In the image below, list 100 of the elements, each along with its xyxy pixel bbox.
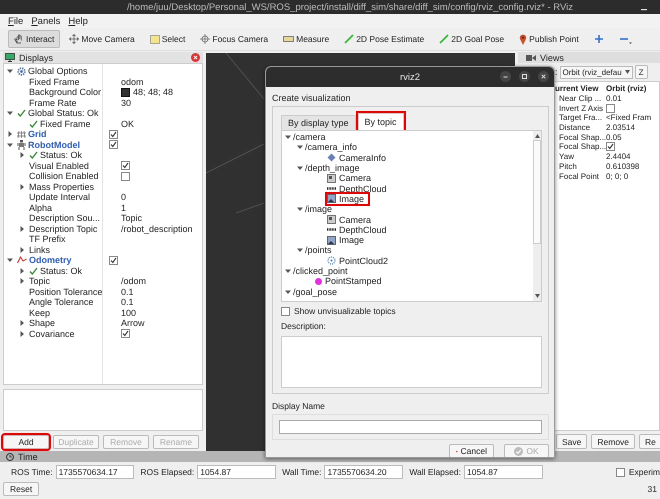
expand-arrow-icon[interactable] (297, 247, 303, 254)
expand-arrow-icon[interactable] (19, 330, 25, 337)
expand-arrow-icon[interactable] (7, 68, 13, 74)
property-value: odom (121, 76, 144, 87)
checkbox[interactable] (109, 140, 118, 150)
time-field[interactable]: 1735570634.17 (56, 465, 134, 479)
tool-button[interactable]: 2D Goal Pose (433, 30, 510, 48)
property-name: Keep (29, 308, 50, 318)
tree-item[interactable]: Image (327, 235, 368, 246)
image-icon (327, 194, 336, 204)
menu-item[interactable]: Panels (27, 16, 64, 26)
checkbox[interactable] (109, 256, 118, 265)
checkbox[interactable] (606, 142, 615, 152)
tree-item[interactable]: /camera (293, 132, 330, 142)
expand-arrow-icon[interactable] (7, 110, 13, 116)
window-title: /home/juu/Desktop/Personal_WS/ROS_project/install/diff_sim/share/diff_sim/config/rviz_config.rviz* - RViz (127, 2, 573, 12)
expand-arrow-icon[interactable] (19, 278, 25, 284)
expand-arrow-icon[interactable] (19, 268, 25, 274)
tree-item[interactable]: DepthCloud (327, 184, 391, 194)
view-type-dropdown[interactable]: Orbit (rviz_defau (560, 66, 633, 78)
time-field[interactable]: 1054.87 (464, 465, 543, 479)
checkbox[interactable] (121, 161, 130, 170)
expand-arrow-icon[interactable] (297, 206, 303, 212)
diamond-icon (327, 153, 336, 162)
tree-item[interactable]: DepthCloud (327, 224, 391, 235)
menu-item[interactable]: Help (64, 16, 92, 26)
view-button[interactable]: Re (639, 434, 660, 449)
robot-icon (17, 140, 26, 150)
diagonal-line-icon (344, 34, 354, 44)
tool-button[interactable]: 2D Pose Estimate (338, 30, 430, 48)
property-value: /robot_description (121, 224, 193, 234)
tool-button[interactable]: Move Camera (63, 30, 141, 48)
tree-item[interactable]: Image (327, 194, 368, 204)
menu-item[interactable]: File (4, 16, 28, 26)
tab[interactable]: By display type (281, 115, 356, 130)
property-name: Description Sou... (29, 213, 100, 224)
expand-arrow-icon[interactable] (7, 131, 13, 138)
tree-item[interactable]: /camera_info (305, 142, 362, 152)
property-value: Topic (121, 213, 142, 224)
tree-item[interactable]: PointStamped (315, 276, 386, 286)
checkbox[interactable] (121, 172, 130, 181)
property-value: 48; 48; 48 (133, 87, 174, 98)
expand-arrow-icon[interactable] (285, 134, 291, 140)
checkbox[interactable] (281, 306, 290, 316)
expand-arrow-icon[interactable] (297, 165, 303, 172)
scrollbar[interactable] (533, 131, 541, 301)
checkbox[interactable] (606, 104, 615, 113)
expand-arrow-icon[interactable] (19, 246, 25, 253)
maximize-button[interactable] (519, 71, 530, 82)
tree-item[interactable]: /goal_pose (293, 286, 342, 297)
expand-arrow-icon[interactable] (297, 144, 303, 150)
type-label: : (555, 67, 558, 77)
dialog-button[interactable]: Cancel (449, 444, 494, 457)
tree-item[interactable]: /clicked_point (293, 266, 352, 276)
scroll-down-icon[interactable] (534, 294, 540, 298)
time-field[interactable]: 1054.87 (197, 465, 276, 479)
tree-item[interactable]: Camera (327, 173, 376, 184)
expand-arrow-icon[interactable] (19, 320, 25, 326)
view-button[interactable]: Remove (591, 434, 636, 449)
tool-button[interactable]: Select (144, 30, 192, 48)
tree-item[interactable]: CameraInfo (327, 152, 390, 163)
time-field[interactable]: 1735570634.20 (324, 465, 404, 479)
reset-button[interactable]: Reset (3, 482, 40, 496)
selection-rectangle-icon (150, 34, 160, 44)
tool-button[interactable]: Interact (8, 30, 60, 48)
expand-arrow-icon[interactable] (285, 288, 291, 295)
expand-arrow-icon[interactable] (285, 268, 291, 274)
tree-item[interactable]: PointCloud2 (327, 256, 392, 266)
expand-arrow-icon[interactable] (7, 257, 13, 264)
tool-button[interactable]: Publish Point (513, 30, 585, 48)
expand-arrow-icon[interactable] (7, 142, 13, 148)
tool-button[interactable]: Focus Camera (194, 30, 274, 48)
expand-arrow-icon[interactable] (19, 184, 25, 190)
view-button[interactable]: Save (556, 434, 588, 449)
property-value: 0.01 (606, 94, 622, 104)
checkbox[interactable] (109, 130, 118, 139)
checkbox[interactable] (616, 468, 625, 476)
time-label: Wall Elapsed: (409, 467, 461, 477)
close-button[interactable] (538, 71, 549, 82)
zero-button[interactable]: Z (634, 65, 648, 79)
property-name: Global Options (28, 66, 88, 76)
tab[interactable]: By topic (358, 113, 404, 130)
tree-item[interactable]: /points (305, 245, 336, 256)
display-name-input[interactable] (279, 420, 542, 434)
property-name: Collision Enabled (29, 171, 99, 182)
close-icon[interactable] (191, 53, 200, 62)
camera-icon (526, 54, 536, 60)
expand-arrow-icon[interactable] (19, 226, 25, 232)
grid-icon (17, 130, 26, 138)
property-name: Grid (28, 129, 47, 140)
expand-arrow-icon[interactable] (19, 152, 25, 158)
tool-button[interactable]: Measure (277, 30, 336, 48)
panel-button[interactable]: Add (3, 435, 49, 449)
tree-item[interactable]: Camera (327, 214, 376, 225)
checkbox[interactable] (121, 329, 130, 338)
tree-item[interactable]: /image (305, 204, 336, 214)
minimize-button[interactable] (500, 71, 511, 82)
tree-item[interactable]: /depth_image (305, 163, 364, 174)
checkmark-icon (122, 162, 129, 170)
scroll-up-icon[interactable] (534, 134, 540, 138)
